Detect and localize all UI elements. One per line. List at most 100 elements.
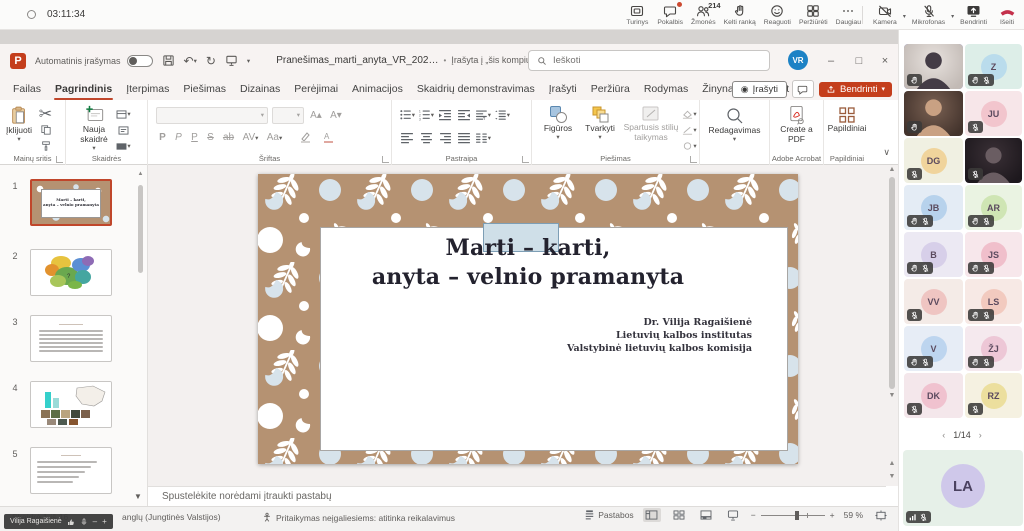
ribbon-tab-įrašyti[interactable]: Įrašyti — [542, 79, 584, 100]
slide-canvas[interactable]: Marti – karti, anyta – velnio pramanyta … — [148, 165, 886, 486]
cut-button[interactable]: ✂ — [38, 107, 53, 121]
start-presentation-button[interactable] — [225, 54, 238, 67]
copy-button[interactable] — [38, 123, 53, 137]
decrease-indent-button[interactable] — [438, 108, 453, 122]
clipboard-dialog-launcher[interactable] — [56, 156, 63, 163]
text-direction-button[interactable]: ¶▾ — [476, 108, 491, 122]
slide-thumbnail-5[interactable]: ————— — [30, 447, 112, 494]
meeting-react-button[interactable]: Reaguoti — [761, 0, 794, 30]
canvas-scrollbar[interactable]: ▲ ▼ ▲ ▼ — [886, 165, 898, 486]
collapse-ribbon-chevron[interactable]: ∨ — [883, 147, 890, 158]
ribbon-tab-rodymas[interactable]: Rodymas — [637, 79, 695, 100]
underline-button[interactable]: P — [188, 132, 201, 143]
columns-button[interactable]: ▾ — [476, 131, 491, 145]
font-name-select[interactable] — [156, 107, 268, 124]
collapse-toolbar-button[interactable]: – — [93, 517, 97, 526]
scroll-up-icon[interactable]: ▲ — [889, 165, 896, 175]
ribbon-tab-piešimas[interactable]: Piešimas — [176, 79, 233, 100]
paste-button[interactable]: Įklijuoti▾ — [0, 105, 38, 153]
fit-slide-button[interactable] — [872, 508, 890, 522]
participant-tile[interactable] — [965, 138, 1022, 183]
ribbon-tab-peržiūra[interactable]: Peržiūra — [584, 79, 637, 100]
previous-slide-button[interactable]: ▲ — [889, 459, 896, 469]
slide-thumbnail-3[interactable]: —————— — [30, 315, 112, 362]
participant-tile-VV[interactable]: VV — [904, 279, 963, 324]
restore-button[interactable]: □ — [846, 44, 872, 77]
minimize-button[interactable]: – — [818, 44, 844, 77]
language-status[interactable]: anglų (Jungtinės Valstijos) — [122, 512, 221, 522]
meeting-chat-button[interactable]: Pokalbis — [654, 0, 686, 30]
comments-button[interactable] — [792, 80, 814, 98]
search-input[interactable]: Ieškoti — [528, 50, 770, 71]
new-slide-button[interactable]: Nauja skaidrė▾ — [72, 105, 116, 153]
zoom-knob[interactable] — [795, 511, 799, 520]
close-button[interactable]: × — [872, 44, 898, 77]
meeting-people-button[interactable]: Žmonės214 — [688, 0, 719, 30]
zoom-level[interactable]: 59 % — [844, 510, 863, 520]
meeting-share-button[interactable]: Bendrinti — [957, 0, 990, 30]
increase-indent-button[interactable] — [457, 108, 472, 122]
editing-button[interactable]: Redagavimas▾ — [703, 106, 767, 143]
align-left-button[interactable] — [400, 131, 415, 145]
addins-button[interactable]: Papildiniai — [825, 106, 869, 134]
ribbon-tab-pagrindinis[interactable]: Pagrindinis — [48, 79, 119, 100]
meeting-leave-button[interactable]: Išeiti — [992, 0, 1022, 30]
paragraph-dialog-launcher[interactable] — [522, 156, 529, 163]
account-avatar[interactable]: VR — [788, 50, 808, 70]
align-right-button[interactable] — [438, 131, 453, 145]
share-button[interactable]: Bendrinti▾ — [819, 82, 892, 97]
redo-button[interactable]: ↻ — [206, 54, 216, 68]
participant-tile-LS[interactable]: LS — [965, 279, 1022, 324]
save-button[interactable] — [162, 54, 175, 67]
quick-access-chevron[interactable]: ▾ — [247, 57, 250, 65]
document-title-area[interactable]: Pranešimas_marti_anyta_VR_202… • Įrašyta… — [276, 55, 562, 66]
ribbon-tab-įterpimas[interactable]: Įterpimas — [119, 79, 176, 100]
increase-font-button[interactable]: A▴ — [308, 110, 324, 121]
slideshow-view-button[interactable] — [724, 508, 742, 522]
participant-tile[interactable] — [904, 91, 963, 136]
camera-options-chevron[interactable]: ▾ — [903, 11, 906, 20]
drawing-dialog-launcher[interactable] — [690, 156, 697, 163]
zoom-in-button[interactable]: + — [830, 510, 835, 520]
reaction-thumb-icon[interactable] — [67, 518, 75, 526]
align-center-button[interactable] — [419, 131, 434, 145]
create-pdf-button[interactable]: Create a PDF — [772, 105, 822, 145]
participant-tile-Z[interactable]: Z — [965, 44, 1022, 89]
scroll-down-icon[interactable]: ▼ — [889, 391, 896, 401]
bullet-list-button[interactable]: ▾ — [400, 108, 415, 122]
participant-tile-ŽJ[interactable]: ŽJ — [965, 326, 1022, 371]
slide-sorter-view-button[interactable] — [670, 508, 688, 522]
next-slide-button[interactable]: ▼ — [889, 472, 896, 482]
participant-tile-JB[interactable]: JB — [904, 185, 963, 230]
accessibility-status[interactable]: Pritaikymas neįgaliesiems: atitinka reik… — [262, 512, 455, 523]
mic-options-chevron[interactable]: ▾ — [951, 11, 954, 20]
participant-tile-V[interactable]: V — [904, 326, 963, 371]
highlight-color-button[interactable] — [299, 131, 319, 143]
arrange-button[interactable]: Tvarkyti▾ — [580, 105, 620, 153]
zoom-slider[interactable]: − + — [751, 510, 835, 520]
font-color-button[interactable]: A — [322, 131, 342, 143]
notes-toggle-button[interactable]: Pastabos — [584, 510, 633, 520]
meeting-hand-button[interactable]: Kelti ranką — [721, 0, 759, 30]
spotlight-tile-LA[interactable]: LA — [903, 450, 1023, 526]
slide-title[interactable]: Marti – karti, anyta – velnio pramanyta — [258, 234, 798, 292]
pane-collapse-chevron[interactable]: ▼ — [134, 492, 158, 501]
normal-view-button[interactable] — [643, 508, 661, 522]
participant-tile-RZ[interactable]: RZ — [965, 373, 1022, 418]
zoom-out-button[interactable]: − — [751, 510, 756, 520]
section-button[interactable]: ▾ — [116, 139, 131, 153]
slide-1[interactable]: Marti – karti, anyta – velnio pramanyta … — [258, 174, 798, 464]
shape-fill-button[interactable]: ▾ — [682, 107, 697, 121]
shapes-button[interactable]: Figūros▾ — [538, 105, 578, 153]
slide-thumbnail-2[interactable]: ? — [30, 249, 112, 296]
shape-effects-button[interactable]: ▾ — [682, 139, 697, 153]
strikethrough-button[interactable]: S — [204, 132, 217, 143]
character-spacing-button[interactable]: AV▾ — [240, 132, 261, 143]
meeting-content-button[interactable]: Turinys — [622, 0, 652, 30]
format-painter-button[interactable] — [38, 139, 53, 153]
quick-styles-button[interactable]: Spartusis stilių taikymas — [622, 105, 680, 153]
numbered-list-button[interactable]: 123▾ — [419, 108, 434, 122]
ribbon-tab-perėjimai[interactable]: Perėjimai — [287, 79, 345, 100]
italic-button[interactable]: P — [172, 132, 185, 143]
undo-button[interactable]: ↶▾ — [184, 54, 197, 68]
